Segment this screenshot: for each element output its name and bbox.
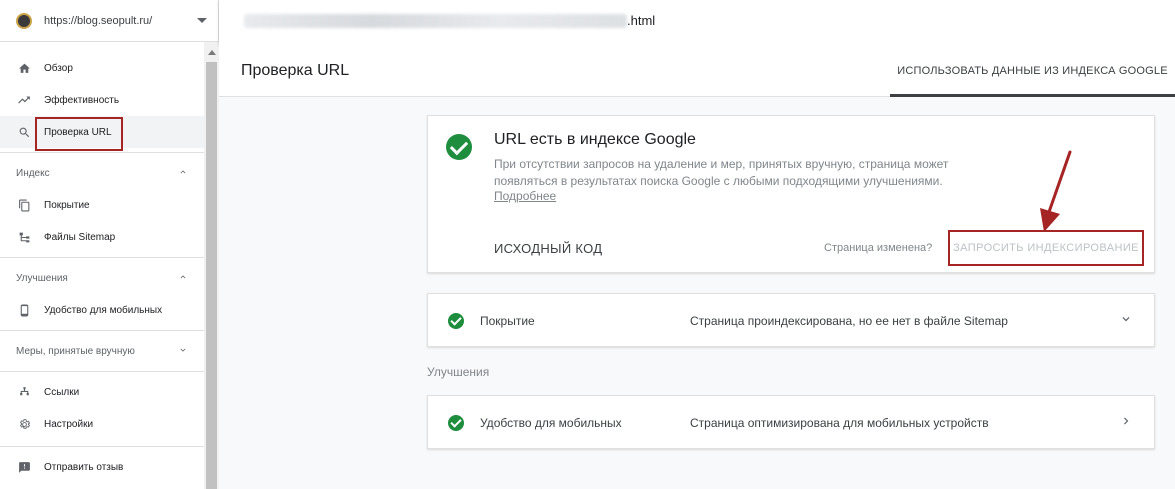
feedback-icon xyxy=(16,459,32,475)
sidebar-item-mobile-usability[interactable]: Удобство для мобильных xyxy=(0,294,204,326)
inspect-url-bar[interactable]: .html xyxy=(219,0,1175,45)
status-title: URL есть в индексе Google xyxy=(494,131,696,148)
url-suffix: .html xyxy=(627,13,656,28)
check-circle-icon xyxy=(446,134,472,160)
section-label: Улучшения xyxy=(16,272,68,284)
scroll-up-arrow-icon[interactable] xyxy=(208,50,216,55)
property-url: https://blog.seopult.ru/ xyxy=(44,14,153,27)
section-enhancements-toggle[interactable]: Улучшения xyxy=(0,262,204,294)
home-icon xyxy=(16,60,32,76)
sidebar-item-links[interactable]: Ссылки xyxy=(0,376,204,408)
section-index-toggle[interactable]: Индекс xyxy=(0,157,204,189)
mobile-usability-row[interactable]: Удобство для мобильных Страница оптимизи… xyxy=(427,395,1155,449)
sidebar-scrollbar[interactable] xyxy=(204,42,219,489)
sidebar-item-send-feedback[interactable]: Отправить отзыв xyxy=(0,451,204,483)
coverage-label: Покрытие xyxy=(480,314,535,328)
blurred-url-text xyxy=(244,14,627,28)
sidebar-item-label: Обзор xyxy=(44,62,73,74)
enhancements-label: Улучшения xyxy=(427,365,490,379)
check-circle-icon xyxy=(448,415,464,431)
caret-down-icon xyxy=(197,18,207,23)
divider xyxy=(0,330,204,331)
chevron-up-icon xyxy=(178,167,188,180)
sidebar-item-label: Файлы Sitemap xyxy=(44,231,116,243)
phone-icon xyxy=(16,302,32,318)
sidebar-item-label: Покрытие xyxy=(44,199,90,211)
chevron-up-icon xyxy=(178,272,188,285)
coverage-row[interactable]: Покрытие Страница проиндексирована, но е… xyxy=(427,293,1155,347)
view-source-button[interactable]: ИСХОДНЫЙ КОД xyxy=(494,241,602,256)
index-status-card: URL есть в индексе Google При отсутствии… xyxy=(427,115,1155,273)
section-label: Индекс xyxy=(16,167,50,179)
sidebar-item-performance[interactable]: Эффективность xyxy=(0,84,204,116)
sidebar-item-label: Настройки xyxy=(44,418,94,430)
chevron-down-icon[interactable] xyxy=(1116,309,1136,329)
page-header: Проверка URL ИСПОЛЬЗОВАТЬ ДАННЫЕ ИЗ ИНДЕ… xyxy=(219,45,1175,97)
chevron-down-icon xyxy=(178,345,188,358)
trending-up-icon xyxy=(16,92,32,108)
learn-more-link[interactable]: Подробнее xyxy=(494,189,556,203)
page-changed-label: Страница изменена? xyxy=(824,242,933,254)
divider xyxy=(0,152,204,153)
scrollbar-thumb[interactable] xyxy=(206,62,217,489)
main-content: URL есть в индексе Google При отсутствии… xyxy=(219,97,1175,489)
sidebar-item-overview[interactable]: Обзор xyxy=(0,52,204,84)
sitemap-icon xyxy=(16,229,32,245)
sidebar-item-coverage[interactable]: Покрытие xyxy=(0,189,204,221)
sidebar-item-sitemaps[interactable]: Файлы Sitemap xyxy=(0,221,204,253)
page-title: Проверка URL xyxy=(241,62,350,79)
sidebar-item-label: Удобство для мобильных xyxy=(44,304,163,316)
property-selector[interactable]: https://blog.seopult.ru/ xyxy=(0,0,219,42)
divider xyxy=(0,371,204,372)
search-icon xyxy=(16,124,32,140)
sidebar-item-settings[interactable]: Настройки xyxy=(0,408,204,440)
section-label: Меры, принятые вручную xyxy=(16,345,135,357)
mobile-label: Удобство для мобильных xyxy=(480,416,622,430)
copy-icon xyxy=(16,197,32,213)
links-icon xyxy=(16,384,32,400)
sidebar-item-label: Эффективность xyxy=(44,94,120,106)
sidebar-item-label: Ссылки xyxy=(44,386,80,398)
coverage-value: Страница проиндексирована, но ее нет в ф… xyxy=(690,314,1008,328)
tab-google-index[interactable]: ИСПОЛЬЗОВАТЬ ДАННЫЕ ИЗ ИНДЕКСА GOOGLE xyxy=(890,45,1175,97)
divider xyxy=(0,446,204,447)
request-indexing-button[interactable]: ЗАПРОСИТЬ ИНДЕКСИРОВАНИЕ xyxy=(948,230,1144,266)
section-manual-actions-toggle[interactable]: Меры, принятые вручную xyxy=(0,335,204,367)
divider xyxy=(0,257,204,258)
sidebar-nav: Обзор Эффективность Проверка URL Индекс xyxy=(0,42,204,483)
mobile-value: Страница оптимизирована для мобильных ус… xyxy=(690,416,989,430)
sidebar-item-label: Отправить отзыв xyxy=(44,461,124,473)
annotation-highlight-box xyxy=(35,117,123,151)
check-circle-icon xyxy=(448,313,464,329)
sidebar: https://blog.seopult.ru/ Обзор Эффективн… xyxy=(0,0,219,489)
gear-icon xyxy=(16,416,32,432)
site-favicon-icon xyxy=(16,12,32,29)
chevron-right-icon[interactable] xyxy=(1116,411,1136,431)
status-description: При отсутствии запросов на удаление и ме… xyxy=(494,157,949,188)
